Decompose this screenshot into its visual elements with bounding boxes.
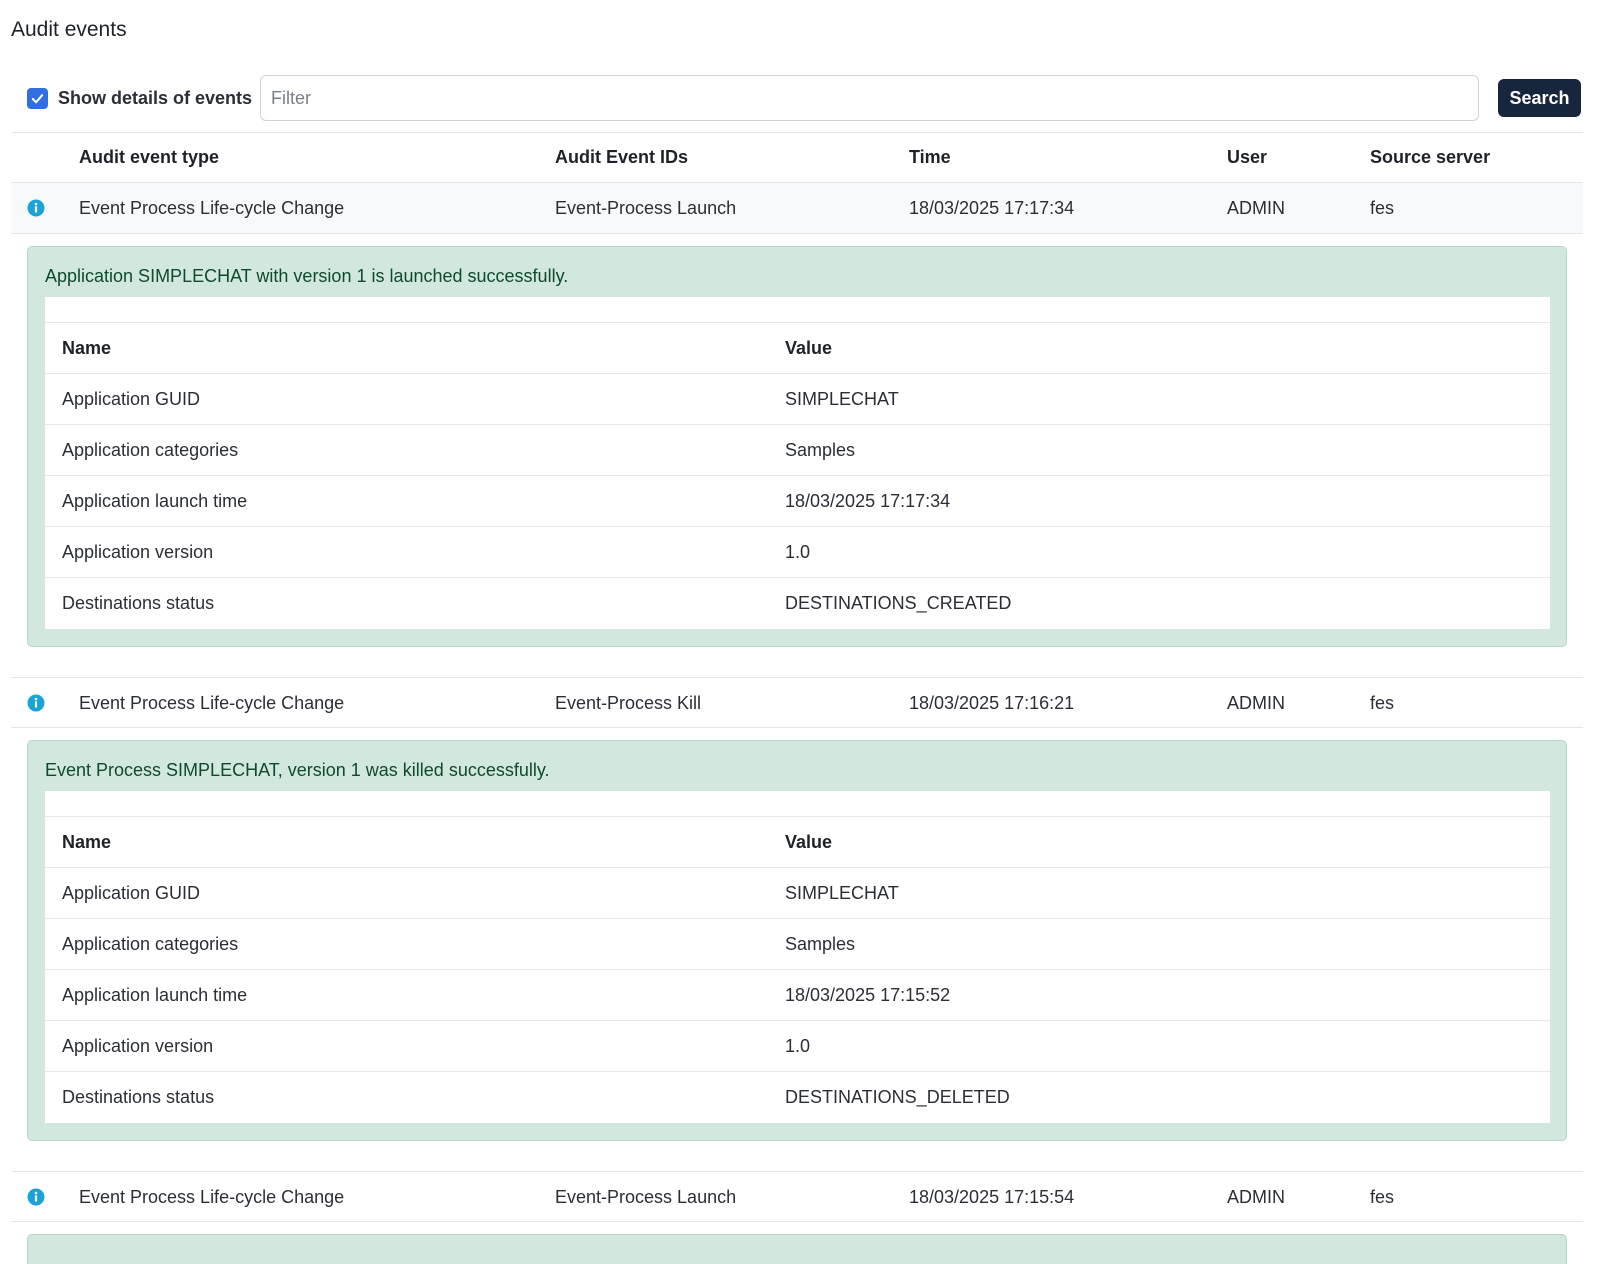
properties-header: Name Value: [45, 817, 1550, 868]
event-time: 18/03/2025 17:16:21: [909, 693, 1075, 713]
event-message: Application SIMPLECHAT with version 1 is…: [45, 266, 569, 286]
properties-header-value: Value: [785, 338, 833, 358]
property-name: Application categories: [62, 440, 239, 460]
filter-input[interactable]: [260, 75, 1479, 121]
event-ids: Event-Process Kill: [555, 693, 702, 713]
event-details-panel: Application SIMPLECHAT with version 1 is…: [27, 246, 1567, 647]
property-value: SIMPLECHAT: [785, 883, 899, 903]
table-row[interactable]: Event Process Life-cycle Change Event-Pr…: [11, 1171, 1583, 1222]
property-row: Application version 1.0: [45, 527, 1550, 578]
property-row: Application launch time 18/03/2025 17:17…: [45, 476, 1550, 527]
show-details-checkbox[interactable]: [27, 87, 48, 109]
property-value: 18/03/2025 17:17:34: [785, 491, 951, 511]
property-value: DESTINATIONS_CREATED: [785, 593, 1012, 613]
audit-events-table: Audit event type Audit Event IDs Time Us…: [11, 132, 1583, 1264]
info-icon[interactable]: [27, 1188, 45, 1206]
checkmark-icon: [31, 93, 44, 103]
property-row: Application GUID SIMPLECHAT: [45, 868, 1550, 919]
property-row: Application categories Samples: [45, 425, 1550, 476]
column-header-ids[interactable]: Audit Event IDs: [555, 147, 688, 168]
event-time: 18/03/2025 17:17:34: [909, 198, 1075, 218]
properties-table: Name Value Application GUID SIMPLECHAT A…: [45, 297, 1550, 629]
property-name: Application launch time: [62, 985, 248, 1005]
show-details-toggle[interactable]: Show details of events: [27, 75, 252, 121]
table-row[interactable]: Event Process Life-cycle Change Event-Pr…: [11, 677, 1583, 728]
row-gap: [11, 1141, 1583, 1171]
property-row: Application GUID SIMPLECHAT: [45, 374, 1550, 425]
property-row: Application categories Samples: [45, 919, 1550, 970]
column-header-time[interactable]: Time: [909, 147, 951, 168]
properties-header: Name Value: [45, 323, 1550, 374]
event-source: fes: [1370, 198, 1395, 218]
properties-header-name: Name: [62, 832, 112, 852]
event-message: Event Process SIMPLECHAT, version 1 was …: [45, 760, 550, 780]
info-icon[interactable]: [27, 694, 45, 712]
event-user: ADMIN: [1227, 1187, 1285, 1207]
event-details-panel: [27, 1234, 1567, 1264]
event-ids: Event-Process Launch: [555, 1187, 737, 1207]
property-name: Application GUID: [62, 883, 201, 903]
table-header: Audit event type Audit Event IDs Time Us…: [11, 132, 1583, 183]
properties-header-value: Value: [785, 832, 833, 852]
info-icon[interactable]: [27, 199, 45, 217]
event-user: ADMIN: [1227, 198, 1285, 218]
property-row: Destinations status DESTINATIONS_CREATED: [45, 578, 1550, 629]
column-header-source[interactable]: Source server: [1370, 147, 1490, 168]
show-details-label: Show details of events: [58, 87, 253, 108]
properties-header-name: Name: [62, 338, 112, 358]
property-value: Samples: [785, 934, 856, 954]
toolbar: Show details of events Search: [11, 75, 1583, 121]
property-name: Application launch time: [62, 491, 248, 511]
property-name: Application version: [62, 542, 214, 562]
audit-events-page: Audit events Show details of events Sear…: [0, 0, 1600, 1264]
property-value: SIMPLECHAT: [785, 389, 899, 409]
properties-spacer: [45, 791, 1550, 817]
property-value: 1.0: [785, 542, 811, 562]
event-details-panel: Event Process SIMPLECHAT, version 1 was …: [27, 740, 1567, 1141]
event-type: Event Process Life-cycle Change: [79, 1187, 345, 1207]
row-gap: [11, 647, 1583, 677]
event-source: fes: [1370, 693, 1395, 713]
property-name: Application version: [62, 1036, 214, 1056]
property-name: Application GUID: [62, 389, 201, 409]
property-name: Destinations status: [62, 593, 215, 613]
property-row: Application version 1.0: [45, 1021, 1550, 1072]
properties-spacer: [45, 297, 1550, 323]
property-value: Samples: [785, 440, 856, 460]
property-value: 18/03/2025 17:15:52: [785, 985, 951, 1005]
event-time: 18/03/2025 17:15:54: [909, 1187, 1075, 1207]
column-header-user[interactable]: User: [1227, 147, 1267, 168]
property-value: 1.0: [785, 1036, 811, 1056]
event-source: fes: [1370, 1187, 1395, 1207]
event-type: Event Process Life-cycle Change: [79, 198, 345, 218]
page-title: Audit events: [11, 18, 127, 41]
search-button[interactable]: Search: [1498, 79, 1581, 117]
property-name: Application categories: [62, 934, 239, 954]
property-row: Destinations status DESTINATIONS_DELETED: [45, 1072, 1550, 1123]
property-row: Application launch time 18/03/2025 17:15…: [45, 970, 1550, 1021]
property-value: DESTINATIONS_DELETED: [785, 1087, 1010, 1107]
property-name: Destinations status: [62, 1087, 215, 1107]
column-header-type[interactable]: Audit event type: [79, 147, 219, 168]
event-type: Event Process Life-cycle Change: [79, 693, 345, 713]
properties-table: Name Value Application GUID SIMPLECHAT A…: [45, 791, 1550, 1123]
table-row[interactable]: Event Process Life-cycle Change Event-Pr…: [11, 183, 1583, 234]
event-user: ADMIN: [1227, 693, 1285, 713]
event-ids: Event-Process Launch: [555, 198, 737, 218]
